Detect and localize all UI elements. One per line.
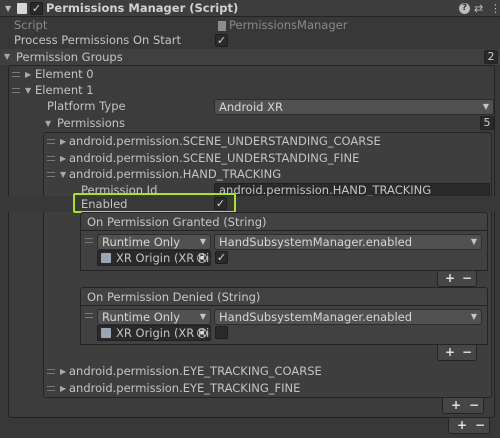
permission-row-3[interactable]: ▶ android.permission.EYE_TRACKING_COARSE: [0, 363, 500, 380]
granted-target-field[interactable]: XR Origin (XR Rig) (H ●: [97, 250, 211, 266]
permission-label: android.permission.SCENE_UNDERSTANDING_F…: [69, 151, 360, 165]
remove-listener-button[interactable]: −: [462, 345, 472, 359]
drag-handle-icon[interactable]: [47, 386, 55, 391]
granted-function-value: HandSubsystemManager.enabled: [219, 235, 413, 249]
drag-handle-icon[interactable]: [47, 172, 55, 177]
permission-label: android.permission.EYE_TRACKING_COARSE: [69, 364, 322, 378]
platform-type-value: Android XR: [219, 100, 283, 114]
element-1-label: Element 1: [35, 83, 94, 97]
drag-handle-icon[interactable]: [12, 72, 20, 77]
component-enabled-checkbox[interactable]: ✓: [30, 2, 43, 15]
permission-groups-label: Permission Groups: [16, 50, 123, 64]
denied-target-field[interactable]: XR Origin (XR Rig) (H ●: [97, 325, 211, 341]
drag-handle-icon[interactable]: [85, 313, 93, 318]
component-title: Permissions Manager (Script): [46, 1, 239, 15]
permission-row-4[interactable]: ▶ android.permission.EYE_TRACKING_FINE: [0, 380, 500, 397]
denied-event-header: On Permission Denied (String): [80, 287, 488, 306]
permissions-size[interactable]: 5: [480, 116, 494, 130]
script-icon: [17, 3, 27, 14]
object-picker-icon[interactable]: ●: [197, 253, 207, 263]
permission-row-0[interactable]: ▶ android.permission.SCENE_UNDERSTANDING…: [0, 133, 500, 150]
drag-handle-icon[interactable]: [12, 88, 20, 93]
context-menu-icon[interactable]: ⋮: [490, 0, 500, 17]
object-picker-icon[interactable]: ●: [197, 328, 207, 338]
foldout-arrow-icon[interactable]: ▼: [5, 0, 11, 17]
platform-type-label: Platform Type: [47, 99, 126, 113]
platform-type-dropdown[interactable]: Android XR ▼: [214, 99, 494, 115]
chevron-down-icon: ▼: [199, 312, 206, 321]
granted-mode-value: Runtime Only: [102, 235, 181, 249]
permissions-header-row[interactable]: ▼ Permissions 5: [0, 115, 500, 132]
granted-event-header: On Permission Granted (String): [80, 212, 488, 231]
chevron-down-icon: ▼: [470, 312, 477, 321]
chevron-down-icon: ▼: [199, 237, 206, 246]
script-file-icon: [218, 21, 226, 31]
remove-permission-button[interactable]: −: [469, 398, 479, 412]
gameobject-icon: [101, 328, 111, 338]
denied-function-dropdown[interactable]: HandSubsystemManager.enabled ▼: [214, 309, 482, 325]
foldout-arrow-icon[interactable]: ▼: [60, 166, 66, 183]
foldout-arrow-icon[interactable]: ▶: [60, 133, 66, 150]
add-group-button[interactable]: +: [457, 418, 467, 432]
permission-label: android.permission.EYE_TRACKING_FINE: [69, 381, 301, 395]
permission-groups-size[interactable]: 2: [484, 50, 498, 64]
remove-listener-button[interactable]: −: [462, 271, 472, 285]
drag-handle-icon[interactable]: [85, 238, 93, 243]
drag-handle-icon[interactable]: [47, 369, 55, 374]
granted-function-dropdown[interactable]: HandSubsystemManager.enabled ▼: [214, 234, 482, 250]
denied-add-remove: + −: [437, 345, 477, 361]
granted-mode-dropdown[interactable]: Runtime Only ▼: [97, 234, 211, 250]
component-header: ▼ ✓ Permissions Manager (Script) ? ⇄ ⋮: [0, 0, 500, 17]
drag-handle-icon[interactable]: [47, 156, 55, 161]
permission-row-1[interactable]: ▶ android.permission.SCENE_UNDERSTANDING…: [0, 150, 500, 167]
element-0-row[interactable]: ▶ Element 0: [0, 66, 500, 83]
chevron-down-icon: ▼: [470, 237, 477, 246]
foldout-arrow-icon[interactable]: ▼: [25, 82, 31, 99]
foldout-arrow-icon[interactable]: ▼: [4, 48, 10, 65]
foldout-arrow-icon[interactable]: ▼: [45, 115, 51, 132]
process-on-start-checkbox[interactable]: ✓: [215, 34, 228, 47]
add-listener-button[interactable]: +: [445, 345, 455, 359]
granted-arg-checkbox[interactable]: ✓: [215, 251, 228, 264]
gameobject-icon: [101, 253, 111, 263]
denied-function-value: HandSubsystemManager.enabled: [219, 310, 413, 324]
permission-label: android.permission.HAND_TRACKING: [69, 167, 282, 181]
add-listener-button[interactable]: +: [445, 271, 455, 285]
denied-mode-value: Runtime Only: [102, 310, 181, 324]
foldout-arrow-icon[interactable]: ▶: [60, 380, 66, 397]
process-on-start-row: Process Permissions On Start ✓: [0, 32, 500, 49]
granted-add-remove: + −: [437, 271, 477, 287]
process-on-start-label: Process Permissions On Start: [14, 33, 182, 47]
remove-group-button[interactable]: −: [475, 418, 485, 432]
element-0-label: Element 0: [35, 67, 94, 81]
help-icon[interactable]: ?: [459, 3, 470, 14]
chevron-down-icon: ▼: [482, 102, 489, 111]
permission-row-2[interactable]: ▼ android.permission.HAND_TRACKING: [0, 166, 500, 183]
preset-settings-icon[interactable]: ⇄: [474, 0, 483, 17]
permission-label: android.permission.SCENE_UNDERSTANDING_C…: [69, 134, 381, 148]
enabled-highlight-box: [73, 193, 236, 213]
platform-type-row: Platform Type Android XR ▼: [0, 98, 500, 115]
permissions-label: Permissions: [57, 116, 126, 130]
add-permission-button[interactable]: +: [451, 398, 461, 412]
foldout-arrow-icon[interactable]: ▶: [25, 66, 31, 83]
drag-handle-icon[interactable]: [47, 139, 55, 144]
permissions-add-remove: + −: [442, 398, 484, 414]
denied-mode-dropdown[interactable]: Runtime Only ▼: [97, 309, 211, 325]
element-1-row[interactable]: ▼ Element 1: [0, 82, 500, 99]
foldout-arrow-icon[interactable]: ▶: [60, 363, 66, 380]
permission-groups-header[interactable]: ▼ Permission Groups 2: [0, 49, 500, 65]
groups-add-remove: + −: [448, 418, 490, 434]
denied-arg-checkbox[interactable]: [215, 326, 228, 339]
foldout-arrow-icon[interactable]: ▶: [60, 150, 66, 167]
